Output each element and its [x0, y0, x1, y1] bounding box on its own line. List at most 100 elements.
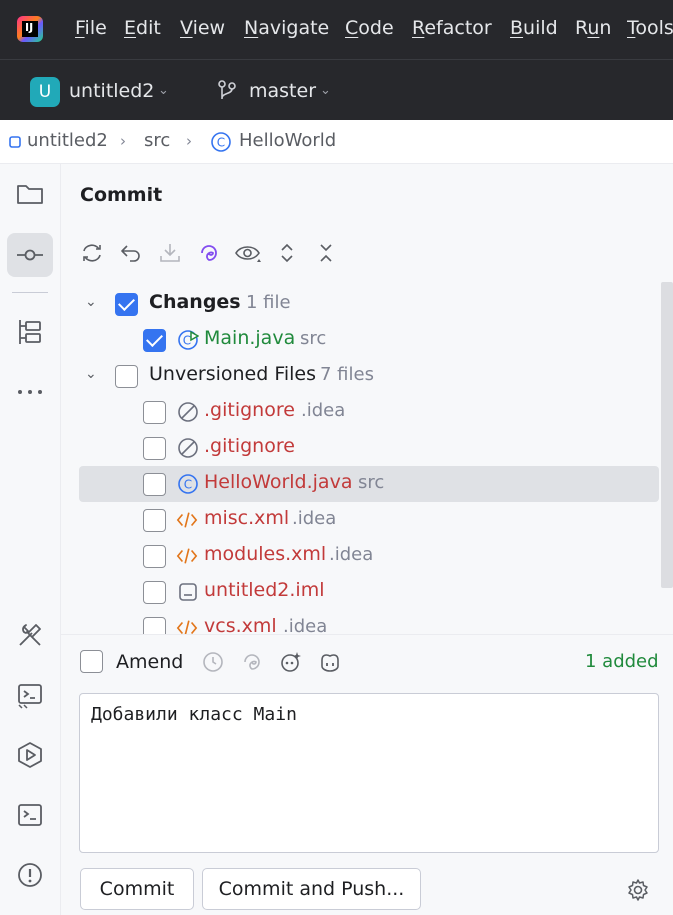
panel-title: Commit: [80, 184, 163, 206]
file-location: .idea: [301, 400, 346, 421]
chevron-down-icon[interactable]: ⌄: [85, 366, 97, 382]
commit-button[interactable]: Commit: [80, 868, 194, 910]
menu-run[interactable]: Run: [575, 17, 611, 39]
svg-text:C: C: [184, 478, 192, 492]
run-services-icon[interactable]: [14, 739, 46, 771]
xml-file-icon: [176, 620, 198, 634]
copilot-icon[interactable]: [318, 650, 342, 674]
file-location: .idea: [292, 508, 337, 529]
ai-assistant-icon[interactable]: [196, 240, 222, 266]
chevron-right-icon: ›: [120, 132, 126, 150]
group-count: 7 files: [320, 364, 374, 385]
changes-group[interactable]: ⌄ Changes 1 file: [61, 286, 661, 322]
more-icon[interactable]: [14, 376, 46, 408]
file-row[interactable]: C Main.java src: [61, 322, 661, 358]
amend-label[interactable]: Amend: [116, 651, 183, 673]
group-label: Changes: [149, 291, 241, 313]
project-name[interactable]: untitled2: [69, 80, 154, 102]
project-badge[interactable]: U: [30, 77, 60, 107]
file-row[interactable]: untitled2.iml: [61, 574, 661, 610]
file-location: src: [358, 472, 385, 493]
file-checkbox[interactable]: [143, 617, 166, 634]
module-icon: [9, 136, 21, 148]
file-name: .gitignore: [204, 399, 295, 421]
file-checkbox[interactable]: [143, 437, 166, 460]
branch-name[interactable]: master: [249, 80, 316, 102]
menu-code[interactable]: Code: [345, 17, 394, 39]
file-row[interactable]: .gitignore: [61, 430, 661, 466]
panel-divider: [61, 634, 673, 635]
file-row-selected[interactable]: C HelloWorld.java src: [79, 466, 659, 502]
chevron-down-icon[interactable]: ⌄: [85, 294, 97, 310]
menu-view[interactable]: View: [180, 17, 225, 39]
file-name: Main.java: [204, 327, 296, 349]
chevron-down-icon[interactable]: ⌄: [320, 83, 331, 98]
svg-text:C: C: [217, 136, 225, 150]
chevron-down-icon[interactable]: ⌄: [158, 83, 169, 98]
terminal-icon[interactable]: [14, 799, 46, 831]
file-name: untitled2.iml: [204, 579, 325, 601]
intellij-logo-icon[interactable]: IJ: [17, 16, 43, 42]
xml-file-icon: [176, 512, 198, 528]
ai-generate-icon: [244, 654, 260, 670]
project-folder-icon[interactable]: [14, 178, 46, 210]
file-checkbox[interactable]: [143, 473, 166, 496]
commit-message-input[interactable]: Добавили класс Main: [79, 693, 659, 853]
svg-text:C: C: [183, 334, 191, 348]
build-tools-icon[interactable]: [14, 619, 46, 651]
file-name: HelloWorld.java: [204, 471, 353, 493]
group-label: Unversioned Files: [149, 363, 317, 385]
changes-checkbox[interactable]: [115, 293, 138, 316]
file-checkbox[interactable]: [143, 545, 166, 568]
rollback-icon[interactable]: [118, 240, 144, 266]
breadcrumb-folder[interactable]: src: [144, 130, 170, 151]
file-row[interactable]: misc.xml .idea: [61, 502, 661, 538]
menu-tools[interactable]: Tools: [627, 17, 673, 39]
commit-icon[interactable]: [14, 239, 46, 271]
commit-message-text: Добавили класс Main: [91, 704, 297, 725]
menu-edit[interactable]: Edit: [124, 17, 161, 39]
file-checkbox[interactable]: [143, 401, 166, 424]
breadcrumb-project[interactable]: untitled2: [27, 130, 108, 151]
amend-checkbox[interactable]: [80, 650, 103, 673]
file-row[interactable]: .gitignore .idea: [61, 394, 661, 430]
file-location: .idea: [283, 616, 328, 634]
file-checkbox[interactable]: [143, 509, 166, 532]
structure-icon[interactable]: [14, 316, 46, 348]
update-icon: [157, 240, 183, 266]
services-terminal-icon[interactable]: [14, 679, 46, 711]
unversioned-group[interactable]: ⌄ Unversioned Files 7 files: [61, 358, 661, 394]
history-icon: [203, 652, 223, 672]
problems-icon[interactable]: [14, 859, 46, 891]
java-class-icon: C: [178, 474, 198, 494]
menu-navigate[interactable]: Navigate: [244, 17, 329, 39]
ignored-file-icon: [178, 438, 198, 458]
changes-tree: ⌄ Changes 1 file C Main.java src ⌄ Unver…: [61, 286, 661, 634]
menu-build[interactable]: Build: [510, 17, 558, 39]
ignored-file-icon: [178, 402, 198, 422]
eye-icon[interactable]: [235, 240, 261, 266]
file-checkbox[interactable]: [143, 329, 166, 352]
file-name: vcs.xml: [204, 615, 277, 634]
menu-refactor[interactable]: Refactor: [412, 17, 492, 39]
collapse-all-icon[interactable]: [313, 240, 339, 266]
menu-file[interactable]: File: [75, 17, 107, 39]
status-added: 1 added: [585, 651, 659, 672]
toolbar-separator: [12, 292, 48, 293]
file-row[interactable]: modules.xml .idea: [61, 538, 661, 574]
refresh-icon[interactable]: [79, 240, 105, 266]
group-count: 1 file: [246, 292, 291, 313]
git-branch-icon: [218, 80, 236, 99]
unversioned-checkbox[interactable]: [115, 365, 138, 388]
file-row[interactable]: vcs.xml .idea: [61, 610, 661, 634]
chevron-right-icon: ›: [186, 132, 192, 150]
file-checkbox[interactable]: [143, 581, 166, 604]
scrollbar[interactable]: [661, 282, 673, 588]
commit-and-push-button[interactable]: Commit and Push...: [202, 868, 421, 910]
file-location: .idea: [329, 544, 374, 565]
expand-all-icon[interactable]: [274, 240, 300, 266]
breadcrumb-file[interactable]: HelloWorld: [239, 130, 336, 151]
gear-icon[interactable]: [626, 878, 650, 902]
ai-sparkle-icon[interactable]: [279, 650, 303, 674]
file-name: misc.xml: [204, 507, 290, 529]
